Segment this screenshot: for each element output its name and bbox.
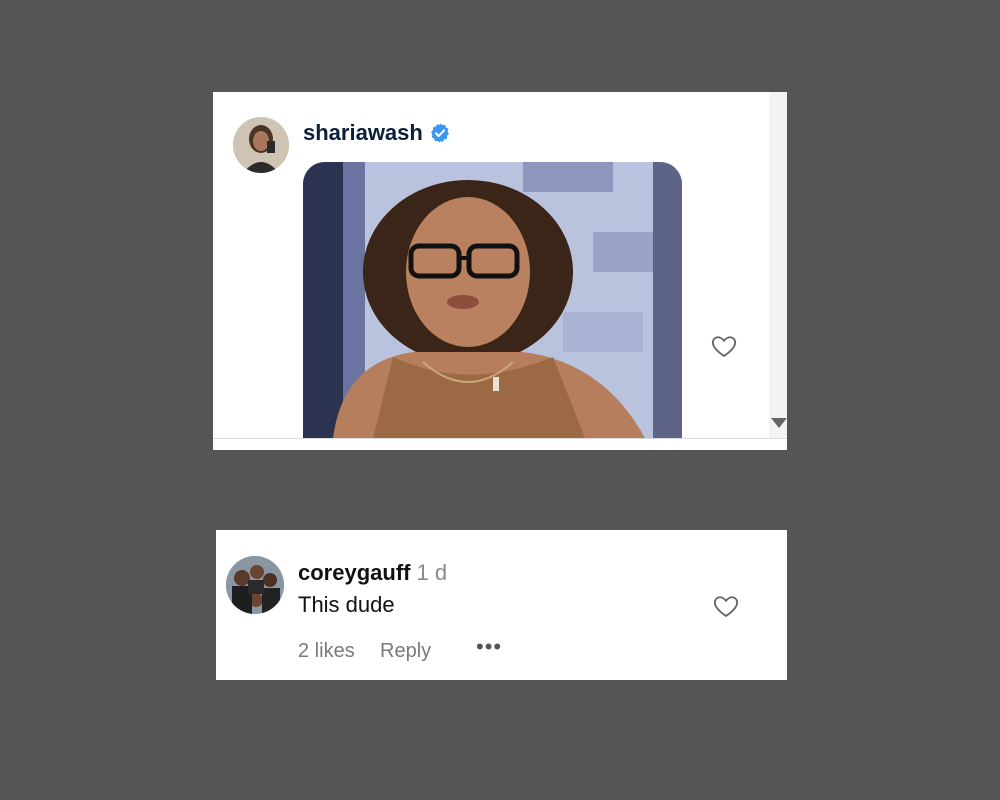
post-username-text[interactable]: shariawash xyxy=(303,120,423,146)
avatar[interactable] xyxy=(233,117,289,173)
like-heart-icon[interactable] xyxy=(711,592,741,620)
scroll-track[interactable] xyxy=(769,92,787,438)
gif-image xyxy=(303,162,682,438)
more-options-icon[interactable]: ••• xyxy=(476,634,502,660)
comment-card: coreygauff 1 d This dude 2 likes Reply ••… xyxy=(216,530,787,680)
avatar-photo xyxy=(233,117,289,173)
verified-badge-icon xyxy=(430,123,449,143)
like-heart-icon[interactable] xyxy=(709,332,739,360)
comment-likes[interactable]: 2 likes xyxy=(298,640,355,663)
avatar[interactable] xyxy=(226,556,284,614)
comment-timestamp[interactable]: 1 d xyxy=(416,560,447,585)
post-card: shariawash xyxy=(213,92,787,450)
comment-username[interactable]: coreygauff xyxy=(298,560,410,585)
post-gif[interactable] xyxy=(303,162,682,438)
reply-button[interactable]: Reply xyxy=(380,640,431,663)
scroll-down-arrow-icon[interactable] xyxy=(771,418,787,428)
post-username[interactable]: shariawash xyxy=(303,120,451,146)
avatar-photo xyxy=(226,556,284,614)
comment-text: This dude xyxy=(298,592,395,617)
divider xyxy=(213,438,787,439)
comment-header: coreygauff 1 d xyxy=(298,560,447,586)
